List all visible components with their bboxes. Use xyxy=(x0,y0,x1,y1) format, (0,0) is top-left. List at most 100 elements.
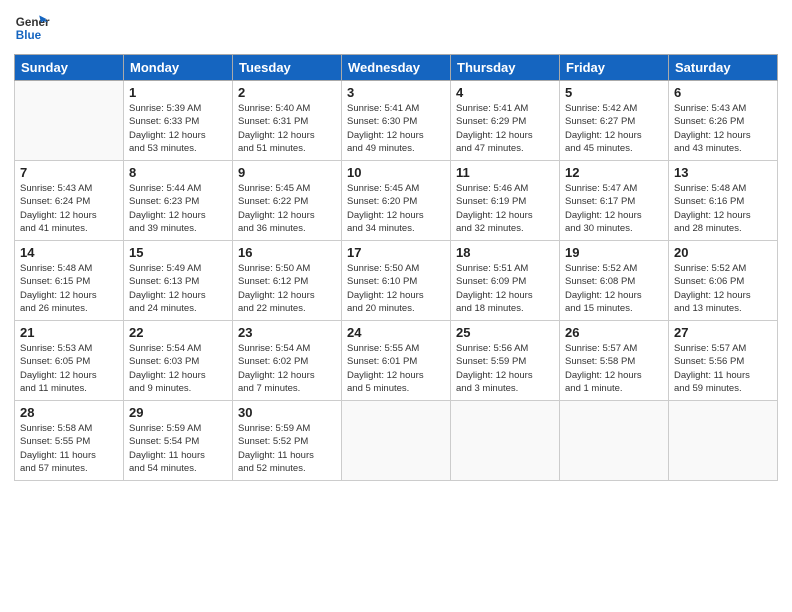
day-info: Sunrise: 5:45 AMSunset: 6:20 PMDaylight:… xyxy=(347,182,445,235)
calendar-cell: 4 Sunrise: 5:41 AMSunset: 6:29 PMDaylight… xyxy=(451,81,560,161)
day-info: Sunrise: 5:43 AMSunset: 6:26 PMDaylight:… xyxy=(674,102,772,155)
weekday-monday: Monday xyxy=(124,55,233,81)
weekday-wednesday: Wednesday xyxy=(342,55,451,81)
calendar-cell: 21 Sunrise: 5:53 AMSunset: 6:05 PMDayligh… xyxy=(15,321,124,401)
week-row-2: 7Sunrise: 5:43 AMSunset: 6:24 PMDaylight… xyxy=(15,161,778,241)
calendar-cell: 13 Sunrise: 5:48 AMSunset: 6:16 PMDayligh… xyxy=(669,161,778,241)
calendar-cell: 19 Sunrise: 5:52 AMSunset: 6:08 PMDayligh… xyxy=(560,241,669,321)
day-number: 29 xyxy=(129,405,227,420)
calendar-cell: 27 Sunrise: 5:57 AMSunset: 5:56 PMDayligh… xyxy=(669,321,778,401)
day-info: Sunrise: 5:45 AMSunset: 6:22 PMDaylight:… xyxy=(238,182,336,235)
calendar-cell xyxy=(342,401,451,481)
day-number: 28 xyxy=(20,405,118,420)
calendar-cell: 25 Sunrise: 5:56 AMSunset: 5:59 PMDayligh… xyxy=(451,321,560,401)
day-number: 22 xyxy=(129,325,227,340)
day-number: 25 xyxy=(456,325,554,340)
calendar-cell: 28 Sunrise: 5:58 AMSunset: 5:55 PMDayligh… xyxy=(15,401,124,481)
day-number: 24 xyxy=(347,325,445,340)
day-number: 2 xyxy=(238,85,336,100)
calendar-cell: 20Sunrise: 5:52 AMSunset: 6:06 PMDayligh… xyxy=(669,241,778,321)
calendar-cell: 7Sunrise: 5:43 AMSunset: 6:24 PMDaylight… xyxy=(15,161,124,241)
calendar-cell xyxy=(451,401,560,481)
day-info: Sunrise: 5:49 AMSunset: 6:13 PMDaylight:… xyxy=(129,262,227,315)
day-number: 17 xyxy=(347,245,445,260)
day-number: 3 xyxy=(347,85,445,100)
day-info: Sunrise: 5:59 AMSunset: 5:54 PMDaylight:… xyxy=(129,422,227,475)
day-info: Sunrise: 5:57 AMSunset: 5:56 PMDaylight:… xyxy=(674,342,772,395)
day-info: Sunrise: 5:41 AMSunset: 6:29 PMDaylight:… xyxy=(456,102,554,155)
day-info: Sunrise: 5:46 AMSunset: 6:19 PMDaylight:… xyxy=(456,182,554,235)
day-number: 20 xyxy=(674,245,772,260)
day-info: Sunrise: 5:58 AMSunset: 5:55 PMDaylight:… xyxy=(20,422,118,475)
day-number: 6 xyxy=(674,85,772,100)
day-info: Sunrise: 5:42 AMSunset: 6:27 PMDaylight:… xyxy=(565,102,663,155)
calendar-cell: 5 Sunrise: 5:42 AMSunset: 6:27 PMDaylight… xyxy=(560,81,669,161)
day-number: 18 xyxy=(456,245,554,260)
weekday-saturday: Saturday xyxy=(669,55,778,81)
calendar-cell: 12 Sunrise: 5:47 AMSunset: 6:17 PMDayligh… xyxy=(560,161,669,241)
calendar-cell: 15 Sunrise: 5:49 AMSunset: 6:13 PMDayligh… xyxy=(124,241,233,321)
day-info: Sunrise: 5:56 AMSunset: 5:59 PMDaylight:… xyxy=(456,342,554,395)
day-info: Sunrise: 5:54 AMSunset: 6:02 PMDaylight:… xyxy=(238,342,336,395)
day-number: 11 xyxy=(456,165,554,180)
svg-text:General: General xyxy=(16,16,50,29)
day-info: Sunrise: 5:50 AMSunset: 6:12 PMDaylight:… xyxy=(238,262,336,315)
calendar-table: SundayMondayTuesdayWednesdayThursdayFrid… xyxy=(14,54,778,481)
day-info: Sunrise: 5:44 AMSunset: 6:23 PMDaylight:… xyxy=(129,182,227,235)
week-row-4: 21 Sunrise: 5:53 AMSunset: 6:05 PMDayligh… xyxy=(15,321,778,401)
day-number: 9 xyxy=(238,165,336,180)
calendar-cell: 2 Sunrise: 5:40 AMSunset: 6:31 PMDaylight… xyxy=(233,81,342,161)
weekday-sunday: Sunday xyxy=(15,55,124,81)
day-info: Sunrise: 5:53 AMSunset: 6:05 PMDaylight:… xyxy=(20,342,118,395)
week-row-5: 28 Sunrise: 5:58 AMSunset: 5:55 PMDayligh… xyxy=(15,401,778,481)
calendar-cell xyxy=(560,401,669,481)
day-number: 21 xyxy=(20,325,118,340)
weekday-thursday: Thursday xyxy=(451,55,560,81)
calendar-cell: 17 Sunrise: 5:50 AMSunset: 6:10 PMDayligh… xyxy=(342,241,451,321)
calendar-cell: 16 Sunrise: 5:50 AMSunset: 6:12 PMDayligh… xyxy=(233,241,342,321)
calendar-cell: 24 Sunrise: 5:55 AMSunset: 6:01 PMDayligh… xyxy=(342,321,451,401)
calendar-cell: 3 Sunrise: 5:41 AMSunset: 6:30 PMDaylight… xyxy=(342,81,451,161)
day-info: Sunrise: 5:52 AMSunset: 6:08 PMDaylight:… xyxy=(565,262,663,315)
day-number: 14 xyxy=(20,245,118,260)
calendar-cell: 18 Sunrise: 5:51 AMSunset: 6:09 PMDayligh… xyxy=(451,241,560,321)
day-info: Sunrise: 5:50 AMSunset: 6:10 PMDaylight:… xyxy=(347,262,445,315)
logo: General Blue xyxy=(14,10,54,46)
day-info: Sunrise: 5:40 AMSunset: 6:31 PMDaylight:… xyxy=(238,102,336,155)
week-row-1: 1 Sunrise: 5:39 AMSunset: 6:33 PMDaylight… xyxy=(15,81,778,161)
weekday-tuesday: Tuesday xyxy=(233,55,342,81)
day-number: 1 xyxy=(129,85,227,100)
day-number: 27 xyxy=(674,325,772,340)
weekday-header: SundayMondayTuesdayWednesdayThursdayFrid… xyxy=(15,55,778,81)
day-info: Sunrise: 5:47 AMSunset: 6:17 PMDaylight:… xyxy=(565,182,663,235)
day-info: Sunrise: 5:43 AMSunset: 6:24 PMDaylight:… xyxy=(20,182,118,235)
calendar-cell: 1 Sunrise: 5:39 AMSunset: 6:33 PMDaylight… xyxy=(124,81,233,161)
week-row-3: 14 Sunrise: 5:48 AMSunset: 6:15 PMDayligh… xyxy=(15,241,778,321)
day-number: 10 xyxy=(347,165,445,180)
day-number: 12 xyxy=(565,165,663,180)
day-info: Sunrise: 5:48 AMSunset: 6:16 PMDaylight:… xyxy=(674,182,772,235)
calendar-cell: 9 Sunrise: 5:45 AMSunset: 6:22 PMDaylight… xyxy=(233,161,342,241)
day-number: 15 xyxy=(129,245,227,260)
day-info: Sunrise: 5:51 AMSunset: 6:09 PMDaylight:… xyxy=(456,262,554,315)
day-number: 23 xyxy=(238,325,336,340)
calendar-cell: 10 Sunrise: 5:45 AMSunset: 6:20 PMDayligh… xyxy=(342,161,451,241)
calendar-cell xyxy=(669,401,778,481)
day-info: Sunrise: 5:39 AMSunset: 6:33 PMDaylight:… xyxy=(129,102,227,155)
day-info: Sunrise: 5:57 AMSunset: 5:58 PMDaylight:… xyxy=(565,342,663,395)
day-number: 19 xyxy=(565,245,663,260)
day-number: 16 xyxy=(238,245,336,260)
svg-text:Blue: Blue xyxy=(16,29,42,42)
day-number: 8 xyxy=(129,165,227,180)
day-number: 13 xyxy=(674,165,772,180)
day-info: Sunrise: 5:55 AMSunset: 6:01 PMDaylight:… xyxy=(347,342,445,395)
day-info: Sunrise: 5:54 AMSunset: 6:03 PMDaylight:… xyxy=(129,342,227,395)
day-number: 5 xyxy=(565,85,663,100)
day-number: 4 xyxy=(456,85,554,100)
day-info: Sunrise: 5:41 AMSunset: 6:30 PMDaylight:… xyxy=(347,102,445,155)
day-info: Sunrise: 5:48 AMSunset: 6:15 PMDaylight:… xyxy=(20,262,118,315)
day-number: 30 xyxy=(238,405,336,420)
calendar-cell xyxy=(15,81,124,161)
calendar-cell: 8 Sunrise: 5:44 AMSunset: 6:23 PMDaylight… xyxy=(124,161,233,241)
day-info: Sunrise: 5:59 AMSunset: 5:52 PMDaylight:… xyxy=(238,422,336,475)
